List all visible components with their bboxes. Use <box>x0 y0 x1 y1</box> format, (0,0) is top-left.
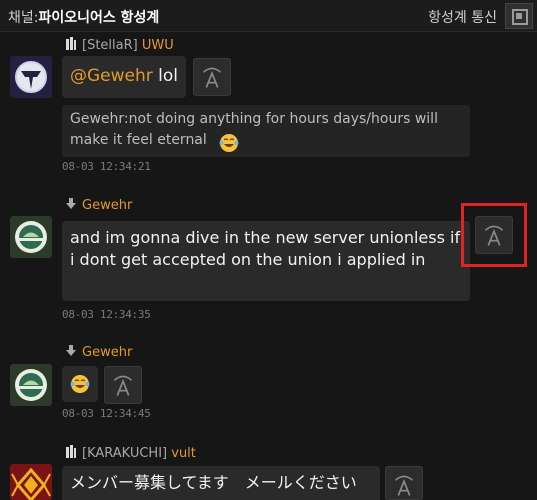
message-bubble <box>62 366 98 402</box>
translate-button[interactable] <box>104 366 142 404</box>
comm-label[interactable]: 항성계 통신 <box>428 7 497 27</box>
channel-prefix: 채널: <box>8 10 39 26</box>
tears-of-joy-emoji <box>70 374 90 394</box>
mention[interactable]: @Gewehr <box>70 66 153 86</box>
sender-name[interactable]: vult <box>171 446 196 461</box>
translate-button[interactable] <box>385 466 423 500</box>
rank-icon <box>66 345 76 356</box>
translate-icon <box>113 375 133 396</box>
channel-name: 파이오니어스 항성계 <box>38 10 160 26</box>
sender-name[interactable]: Gewehr <box>82 345 132 360</box>
avatar[interactable] <box>10 364 52 406</box>
message-bubble: @Gewehr lol <box>62 56 187 98</box>
sender-row: Gewehr <box>64 344 132 362</box>
sender-name[interactable]: Gewehr <box>82 198 132 213</box>
channel-title[interactable]: 채널:파이오니어스 항성계 <box>8 7 159 27</box>
sender-row: [StellaR] UWU <box>64 37 174 55</box>
highlight-box <box>461 203 527 267</box>
message-text: lol <box>152 66 179 86</box>
rank-icon <box>66 445 76 458</box>
popout-icon[interactable] <box>505 3 533 29</box>
message-bubble: and im gonna dive in the new server unio… <box>62 221 470 301</box>
chat-header: 채널:파이오니어스 항성계 항성계 통신 <box>0 0 537 32</box>
quoted-message: Gewehr:not doing anything for hours days… <box>62 105 470 157</box>
sender-tag: [StellaR] <box>82 38 138 53</box>
rank-icon <box>66 198 76 209</box>
translate-icon <box>394 475 414 496</box>
message-bubble: メンバー募集してます メールください <box>62 466 380 500</box>
timestamp: 08-03 12:34:35 <box>62 308 151 321</box>
sender-row: [KARAKUCHI] vult <box>64 445 196 463</box>
avatar[interactable] <box>10 216 52 258</box>
translate-button[interactable] <box>193 58 231 96</box>
timestamp: 08-03 12:34:21 <box>62 160 151 173</box>
tears-of-joy-emoji <box>219 133 239 153</box>
sender-name[interactable]: UWU <box>142 38 174 53</box>
translate-icon <box>202 67 222 88</box>
rank-icon <box>66 37 76 50</box>
sender-tag: [KARAKUCHI] <box>82 446 168 461</box>
sender-row: Gewehr <box>64 197 132 215</box>
timestamp: 08-03 12:34:45 <box>62 407 151 420</box>
avatar[interactable] <box>10 56 52 98</box>
avatar[interactable] <box>10 464 52 500</box>
